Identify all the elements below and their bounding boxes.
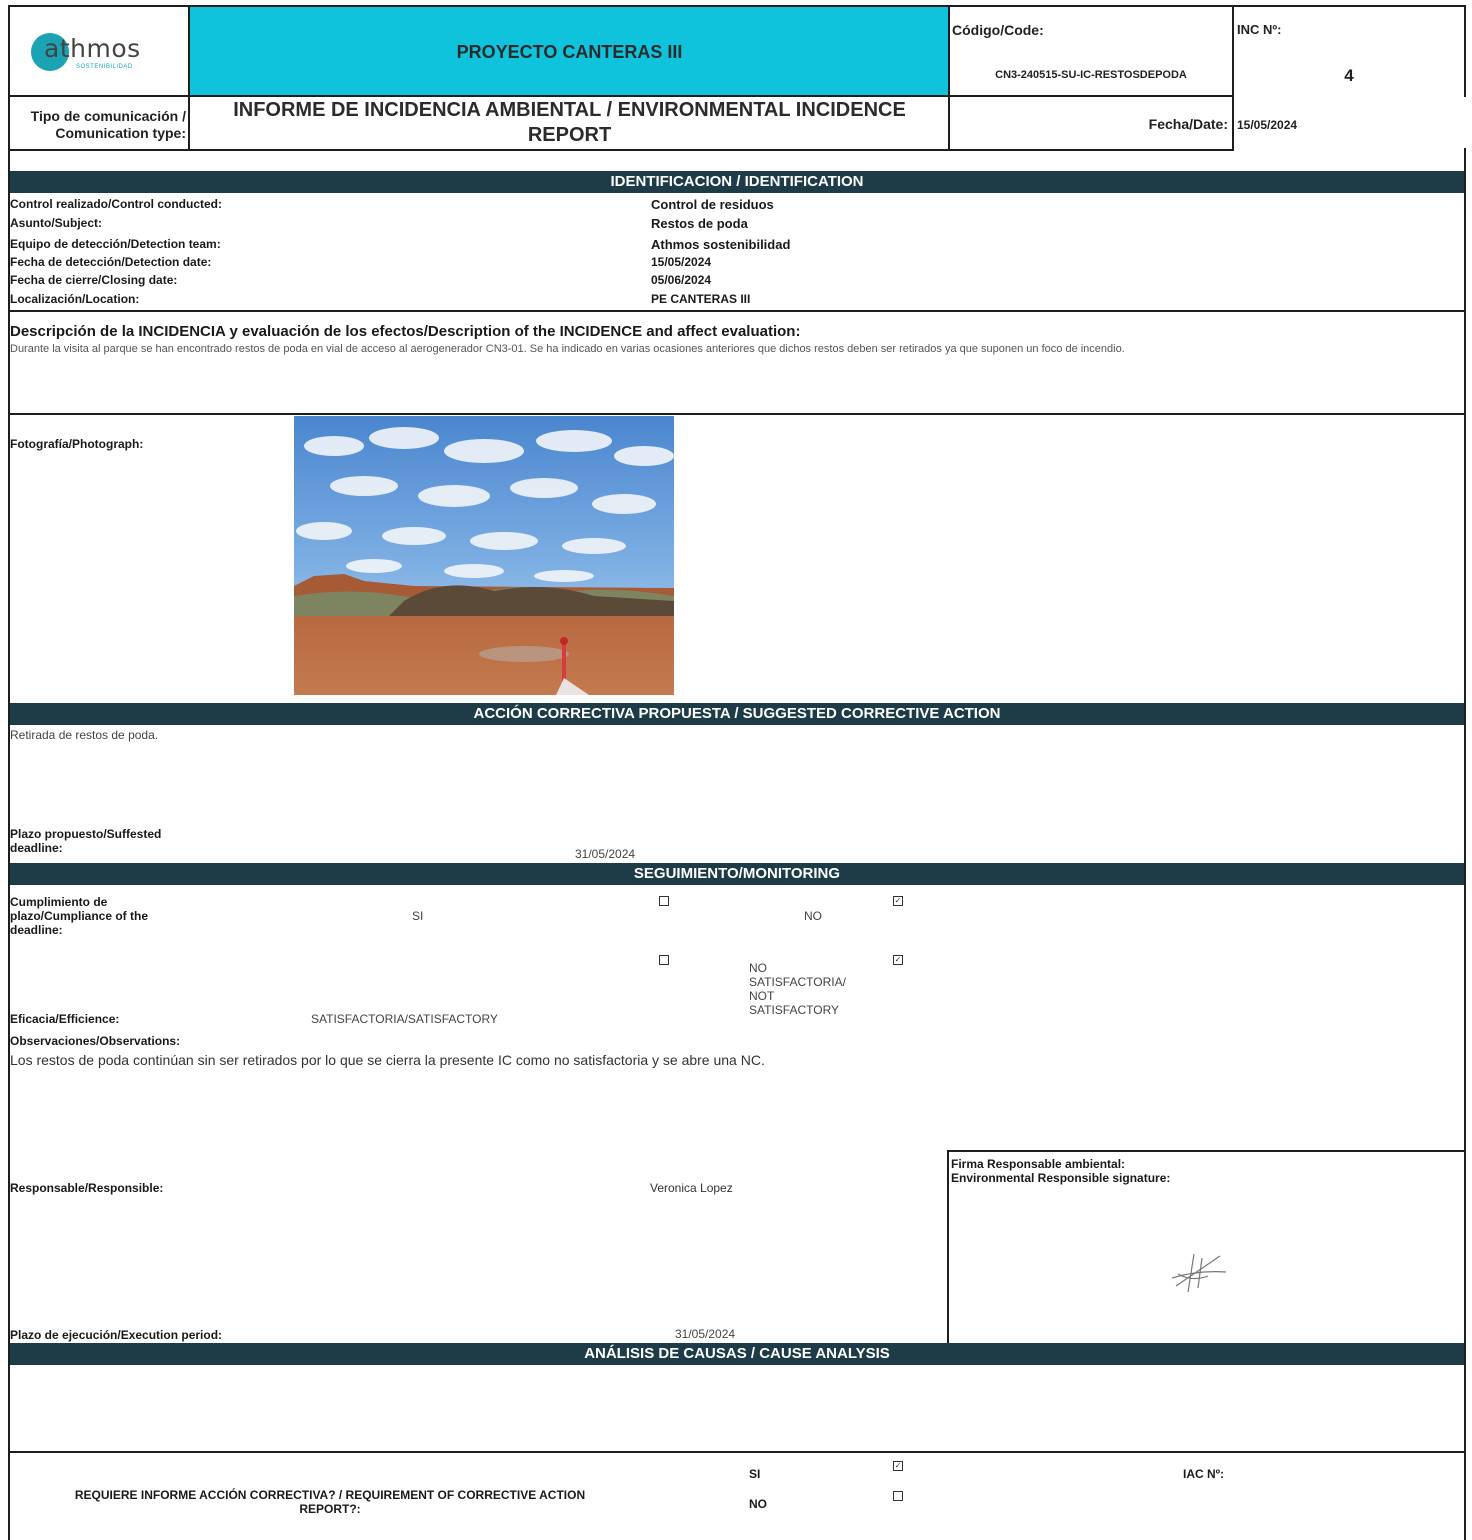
- location-label: Localización/Location:: [10, 292, 140, 306]
- subject-value: Restos de poda: [651, 216, 748, 231]
- inc-label: INC Nº:: [1237, 22, 1282, 37]
- requires-label: REQUIERE INFORME ACCIÓN CORRECTIVA? / RE…: [20, 1488, 640, 1516]
- logo-subtext: SOSTENIBILIDAD: [76, 64, 133, 70]
- responsible-value: Veronica Lopez: [650, 1181, 733, 1195]
- compliance-label-line1: Cumplimiento de: [10, 895, 108, 909]
- header-border-top: [8, 5, 1466, 7]
- compliance-no-label: NO: [804, 909, 822, 923]
- comm-type-label-line2: Comunication type:: [55, 125, 186, 141]
- landscape-photo: [294, 416, 674, 695]
- signature-box-left: [947, 1150, 949, 1343]
- description-bottom-line: [8, 413, 1466, 415]
- logo: athmos SOSTENIBILIDAD: [30, 30, 170, 80]
- efficiency-not-satisfactory-checkbox[interactable]: ✓: [893, 955, 903, 965]
- location-value: PE CANTERAS III: [651, 292, 751, 306]
- detection-date-value: 15/05/2024: [651, 255, 712, 269]
- observations-label: Observaciones/Observations:: [10, 1034, 181, 1048]
- efficiency-label: Eficacia/Efficience:: [10, 1012, 120, 1026]
- identification-heading: IDENTIFICACION / IDENTIFICATION: [8, 171, 1466, 193]
- execution-value: 31/05/2024: [675, 1327, 736, 1341]
- report-title-line2: REPORT: [527, 124, 612, 146]
- report-title: INFORME DE INCIDENCIA AMBIENTAL / ENVIRO…: [189, 98, 950, 148]
- satisfactory-label: SATISFACTORIA/SATISFACTORY: [311, 1012, 498, 1026]
- observations-text: Los restos de poda continúan sin ser ret…: [10, 1052, 765, 1068]
- header-divider-5: [1464, 5, 1466, 97]
- comm-type-label: Tipo de comunicación / Comunication type…: [10, 108, 186, 142]
- requires-si-checkbox[interactable]: ✓: [893, 1461, 903, 1471]
- report-title-line1: INFORME DE INCIDENCIA AMBIENTAL / ENVIRO…: [233, 99, 906, 121]
- requires-si-label: SI: [749, 1467, 761, 1481]
- requires-no-label: NO: [749, 1497, 767, 1511]
- compliance-no-checkbox[interactable]: ✓: [893, 896, 903, 906]
- compliance-label-line2: plazo/Cumpliance of the: [10, 909, 149, 923]
- code-value: CN3-240515-SU-IC-RESTOSDEPODA: [995, 69, 1187, 81]
- project-title: PROYECTO CANTERAS III: [456, 42, 683, 62]
- execution-label: Plazo de ejecución/Execution period:: [10, 1328, 223, 1342]
- signature-image: [1171, 1253, 1227, 1293]
- date-value: 15/05/2024: [1237, 118, 1298, 132]
- requires-label-line1: REQUIERE INFORME ACCIÓN CORRECTIVA? / RE…: [74, 1488, 586, 1502]
- detection-team-label: Equipo de detección/Detection team:: [10, 237, 221, 251]
- requires-label-line2: REPORT?:: [299, 1502, 361, 1516]
- left-border: [8, 171, 10, 1540]
- responsible-label: Responsable/Responsible:: [10, 1181, 164, 1195]
- comm-type-label-line1: Tipo de comunicación /: [30, 108, 186, 124]
- corrective-heading: ACCIÓN CORRECTIVA PROPUESTA / SUGGESTED …: [8, 703, 1466, 725]
- compliance-si-checkbox[interactable]: [659, 896, 669, 906]
- control-value: Control de residuos: [651, 197, 774, 212]
- corrective-text: Retirada de restos de poda.: [10, 728, 159, 742]
- cause-divider: [8, 1451, 1466, 1453]
- signature-label-line2: Environmental Responsible signature:: [951, 1171, 1171, 1185]
- efficiency-satisfactory-checkbox[interactable]: [659, 955, 669, 965]
- description-heading: Descripción de la INCIDENCIA y evaluació…: [10, 323, 801, 340]
- deadline-label-line2: deadline:: [10, 841, 63, 855]
- identification-bottom-line: [8, 310, 1466, 312]
- header-divider-3: [948, 5, 950, 151]
- detection-team-value: Athmos sostenibilidad: [651, 237, 791, 252]
- code-label: Código/Code:: [952, 22, 1044, 38]
- header-divider-4: [1232, 5, 1234, 151]
- not-satisfactory-line2: SATISFACTORIA/: [749, 975, 846, 989]
- logo-text: athmos: [44, 34, 141, 63]
- not-satisfactory-line1: NO: [749, 961, 767, 975]
- iac-label: IAC Nº:: [1183, 1467, 1225, 1481]
- compliance-label-line3: deadline:: [10, 923, 63, 937]
- signature-label-line1: Firma Responsable ambiental:: [951, 1157, 1126, 1171]
- header-divider-1: [8, 5, 10, 171]
- not-satisfactory-line4: SATISFACTORY: [749, 1003, 840, 1017]
- closing-date-label: Fecha de cierre/Closing date:: [10, 273, 178, 287]
- right-border: [1464, 171, 1466, 1540]
- detection-date-label: Fecha de detección/Detection date:: [10, 255, 212, 269]
- deadline-label: Plazo propuesto/Suffested deadline:: [10, 827, 161, 855]
- control-label: Control realizado/Control conducted:: [10, 197, 222, 211]
- photo-label: Fotografía/Photograph:: [10, 437, 144, 451]
- signature-label: Firma Responsable ambiental: Environment…: [951, 1157, 1170, 1185]
- requires-no-checkbox[interactable]: [893, 1491, 903, 1501]
- cause-heading: ANÁLISIS DE CAUSAS / CAUSE ANALYSIS: [8, 1343, 1466, 1365]
- header-border-mid: [8, 95, 1234, 97]
- deadline-value: 31/05/2024: [575, 847, 636, 861]
- compliance-label: Cumplimiento de plazo/Cumpliance of the …: [10, 895, 148, 937]
- header-divider-2: [188, 5, 190, 151]
- deadline-label-line1: Plazo propuesto/Suffested: [10, 827, 162, 841]
- date-label: Fecha/Date:: [1148, 116, 1228, 132]
- monitoring-heading: SEGUIMIENTO/MONITORING: [8, 863, 1466, 885]
- description-text: Durante la visita al parque se han encon…: [10, 343, 1125, 355]
- compliance-si-label: SI: [412, 909, 424, 923]
- not-satisfactory-label: NO SATISFACTORIA/ NOT SATISFACTORY: [749, 961, 846, 1017]
- not-satisfactory-line3: NOT: [749, 989, 775, 1003]
- signature-box-top: [947, 1150, 1466, 1152]
- closing-date-value: 05/06/2024: [651, 273, 712, 287]
- header-divider-6: [1464, 148, 1466, 172]
- inc-value: 4: [1344, 66, 1354, 85]
- header-border-bottom: [8, 149, 1234, 151]
- subject-label: Asunto/Subject:: [10, 216, 102, 230]
